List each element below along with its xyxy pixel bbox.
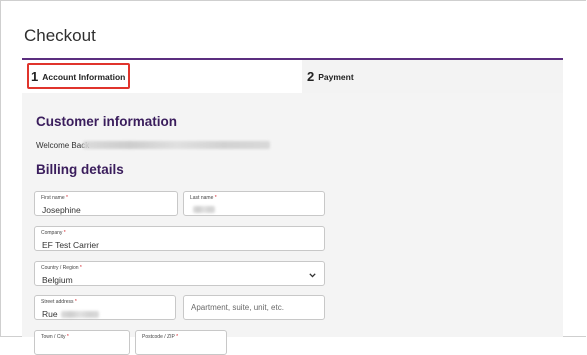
- country-value: Belgium: [42, 275, 73, 285]
- redacted-user-name: [83, 141, 270, 149]
- country-select[interactable]: Country / Region * Belgium: [34, 261, 325, 286]
- apartment-placeholder: Apartment, suite, unit, etc.: [191, 303, 284, 312]
- chevron-down-icon: [309, 273, 316, 278]
- page-title: Checkout: [24, 26, 96, 45]
- required-mark: *: [74, 299, 77, 305]
- welcome-text: Welcome Back: [36, 141, 90, 150]
- required-mark: *: [63, 230, 66, 236]
- last-name-field[interactable]: Last name *: [183, 191, 325, 216]
- first-name-value: Josephine: [42, 205, 81, 215]
- city-label: Town / City: [41, 334, 66, 340]
- apartment-field[interactable]: Apartment, suite, unit, etc.: [183, 295, 325, 320]
- last-name-label: Last name: [190, 195, 214, 201]
- company-label: Company: [41, 230, 63, 236]
- company-field[interactable]: Company * EF Test Carrier: [34, 226, 325, 251]
- redacted-street: [61, 311, 99, 318]
- tab-label: Payment: [318, 71, 354, 82]
- redacted-last-name: [193, 206, 215, 213]
- highlight-annotation-box: [27, 63, 130, 89]
- street-address-field[interactable]: Street address * Rue: [34, 295, 176, 320]
- tab-number: 2: [307, 69, 315, 84]
- street-address-label: Street address: [41, 299, 74, 305]
- required-mark: *: [66, 334, 69, 340]
- country-label: Country / Region: [41, 265, 79, 271]
- required-mark: *: [66, 195, 68, 201]
- billing-details-heading: Billing details: [36, 162, 124, 177]
- city-field[interactable]: Town / City *: [34, 330, 130, 355]
- customer-information-heading: Customer information: [36, 114, 178, 129]
- required-mark: *: [176, 334, 179, 340]
- required-mark: *: [214, 195, 217, 201]
- first-name-label: First name: [41, 195, 65, 201]
- company-value: EF Test Carrier: [42, 240, 99, 250]
- postcode-field[interactable]: Postcode / ZIP *: [135, 330, 227, 355]
- street-address-value: Rue: [42, 309, 58, 319]
- first-name-field[interactable]: First name * Josephine: [34, 191, 178, 216]
- postcode-label: Postcode / ZIP: [142, 334, 175, 340]
- required-mark: *: [79, 265, 82, 271]
